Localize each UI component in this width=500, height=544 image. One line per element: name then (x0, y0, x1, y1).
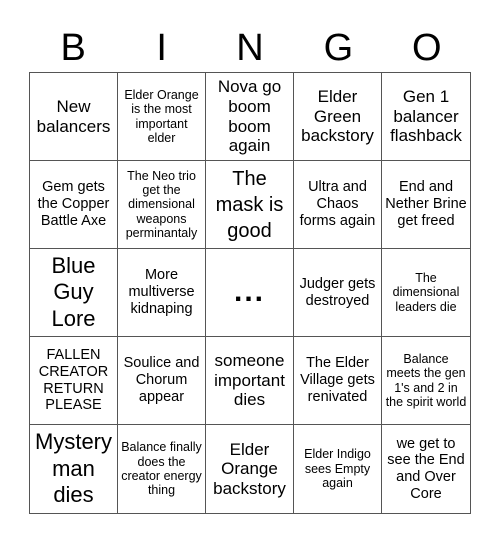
bingo-cell[interactable]: Ultra and Chaos forms again (294, 161, 382, 249)
bingo-cell[interactable]: End and Nether Brine get freed (382, 161, 470, 249)
bingo-cell[interactable]: Elder Green backstory (294, 73, 382, 161)
bingo-cell[interactable]: Nova go boom boom again (206, 73, 294, 161)
header-letter-g: G (323, 27, 354, 69)
bingo-cell[interactable]: Elder Orange backstory (206, 425, 294, 513)
free-space-cell[interactable]: ... (206, 249, 294, 337)
bingo-card-grid: New balancers Elder Orange is the most i… (29, 72, 471, 514)
bingo-cell[interactable]: FALLEN CREATOR RETURN PLEASE (30, 337, 118, 425)
bingo-cell[interactable]: Elder Indigo sees Empty again (294, 425, 382, 513)
bingo-cell[interactable]: Judger gets destroyed (294, 249, 382, 337)
header-letter-n: N (236, 27, 264, 69)
bingo-cell[interactable]: The dimensional leaders die (382, 249, 470, 337)
bingo-cell[interactable]: we get to see the End and Over Core (382, 425, 470, 513)
bingo-cell[interactable]: Blue Guy Lore (30, 249, 118, 337)
bingo-cell[interactable]: New balancers (30, 73, 118, 161)
bingo-cell[interactable]: Balance meets the gen 1's and 2 in the s… (382, 337, 470, 425)
bingo-cell[interactable]: The mask is good (206, 161, 294, 249)
bingo-cell[interactable]: someone important dies (206, 337, 294, 425)
header-letter-o: O (412, 27, 442, 69)
bingo-cell[interactable]: Soulice and Chorum appear (118, 337, 206, 425)
header-letter-i: I (156, 27, 167, 69)
header-letter-b: B (60, 27, 86, 69)
bingo-cell[interactable]: Mystery man dies (30, 425, 118, 513)
bingo-cell[interactable]: Balance finally does the creator energy … (118, 425, 206, 513)
bingo-cell[interactable]: The Elder Village gets renivated (294, 337, 382, 425)
bingo-cell[interactable]: More multiverse kidnaping (118, 249, 206, 337)
bingo-cell[interactable]: The Neo trio get the dimensional weapons… (118, 161, 206, 249)
bingo-cell[interactable]: Elder Orange is the most important elder (118, 73, 206, 161)
bingo-cell[interactable]: Gem gets the Copper Battle Axe (30, 161, 118, 249)
bingo-cell[interactable]: Gen 1 balancer flashback (382, 73, 470, 161)
bingo-header: B I N G O (29, 24, 471, 72)
